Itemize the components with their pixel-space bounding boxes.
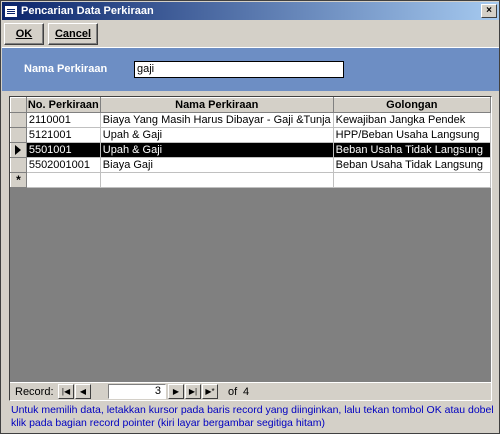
cell-golongan[interactable]: Beban Usaha Tidak Langsung bbox=[332, 142, 492, 158]
of-label: of bbox=[228, 386, 238, 398]
record-label: Record: bbox=[15, 386, 54, 398]
new-record-icon: * bbox=[16, 172, 21, 187]
record-selector[interactable] bbox=[10, 127, 27, 143]
ok-button-label: OK bbox=[15, 28, 33, 40]
cancel-button[interactable]: Cancel bbox=[48, 23, 98, 45]
next-record-button[interactable]: ▶ bbox=[168, 384, 184, 399]
table-row[interactable]: 5502001001 Biaya Gaji Beban Usaha Tidak … bbox=[10, 157, 492, 173]
first-record-icon: |◀ bbox=[61, 387, 71, 396]
new-record-button[interactable]: ▶* bbox=[202, 384, 218, 399]
cell-nama[interactable]: Upah & Gaji bbox=[99, 127, 334, 143]
record-pointer-icon bbox=[15, 145, 22, 156]
record-selector-current[interactable] bbox=[10, 142, 27, 158]
help-text: Untuk memilih data, letakkan kursor pada… bbox=[11, 404, 494, 429]
current-record-field[interactable]: 3 bbox=[108, 384, 166, 399]
table-row[interactable]: 2110001 Biaya Yang Masih Harus Dibayar -… bbox=[10, 112, 492, 128]
column-header-golongan[interactable]: Golongan bbox=[332, 97, 492, 113]
search-panel: Nama Perkiraan gaji bbox=[2, 47, 499, 91]
close-icon[interactable]: × bbox=[481, 4, 497, 18]
record-selector[interactable] bbox=[10, 157, 27, 173]
column-header-nama[interactable]: Nama Perkiraan bbox=[99, 97, 334, 113]
last-record-icon: ▶| bbox=[188, 387, 198, 396]
form-icon bbox=[5, 5, 17, 17]
cell-no[interactable]: 5501001 bbox=[25, 142, 101, 158]
new-record-selector[interactable]: * bbox=[10, 172, 27, 188]
first-record-button[interactable]: |◀ bbox=[58, 384, 74, 399]
cell-nama[interactable]: Biaya Gaji bbox=[99, 157, 334, 173]
title-bar: Pencarian Data Perkiraan × bbox=[2, 2, 499, 20]
datasheet-grid: No. Perkiraan Nama Perkiraan Golongan 21… bbox=[9, 96, 492, 401]
toolbar: OK Cancel bbox=[2, 21, 499, 47]
record-navigation: Record: |◀ ◀ 3 ▶ ▶| ▶* of 4 bbox=[10, 382, 491, 400]
cell-nama[interactable]: Biaya Yang Masih Harus Dibayar - Gaji &T… bbox=[99, 112, 334, 128]
table-row[interactable]: 5121001 Upah & Gaji HPP/Beban Usaha Lang… bbox=[10, 127, 492, 143]
window-title: Pencarian Data Perkiraan bbox=[21, 5, 154, 17]
last-record-button[interactable]: ▶| bbox=[185, 384, 201, 399]
search-label: Nama Perkiraan bbox=[24, 63, 108, 75]
search-window: Pencarian Data Perkiraan × OK Cancel Nam… bbox=[0, 0, 500, 434]
column-header-no[interactable]: No. Perkiraan bbox=[25, 97, 101, 113]
new-record-row[interactable]: * bbox=[10, 172, 492, 188]
cell-nama[interactable] bbox=[99, 172, 334, 188]
ok-button[interactable]: OK bbox=[4, 23, 44, 45]
cell-nama[interactable]: Upah & Gaji bbox=[99, 142, 334, 158]
cell-no[interactable] bbox=[25, 172, 101, 188]
cancel-button-label: Cancel bbox=[54, 28, 92, 40]
cell-golongan[interactable]: HPP/Beban Usaha Langsung bbox=[332, 127, 492, 143]
cell-golongan[interactable] bbox=[332, 172, 492, 188]
cell-no[interactable]: 5121001 bbox=[25, 127, 101, 143]
previous-record-button[interactable]: ◀ bbox=[75, 384, 91, 399]
cell-no[interactable]: 2110001 bbox=[25, 112, 101, 128]
total-records: 4 bbox=[243, 386, 250, 398]
search-input[interactable]: gaji bbox=[134, 61, 344, 78]
record-selector-header[interactable] bbox=[10, 97, 27, 113]
record-selector[interactable] bbox=[10, 112, 27, 128]
results-table: No. Perkiraan Nama Perkiraan Golongan 21… bbox=[10, 97, 492, 188]
previous-record-icon: ◀ bbox=[79, 387, 87, 396]
cell-golongan[interactable]: Beban Usaha Tidak Langsung bbox=[332, 157, 492, 173]
table-row-current[interactable]: 5501001 Upah & Gaji Beban Usaha Tidak La… bbox=[10, 142, 492, 158]
next-record-icon: ▶ bbox=[172, 387, 180, 396]
cell-no[interactable]: 5502001001 bbox=[25, 157, 101, 173]
cell-golongan[interactable]: Kewajiban Jangka Pendek bbox=[332, 112, 492, 128]
table-header: No. Perkiraan Nama Perkiraan Golongan bbox=[10, 97, 492, 113]
new-record-nav-icon: ▶* bbox=[205, 387, 215, 396]
